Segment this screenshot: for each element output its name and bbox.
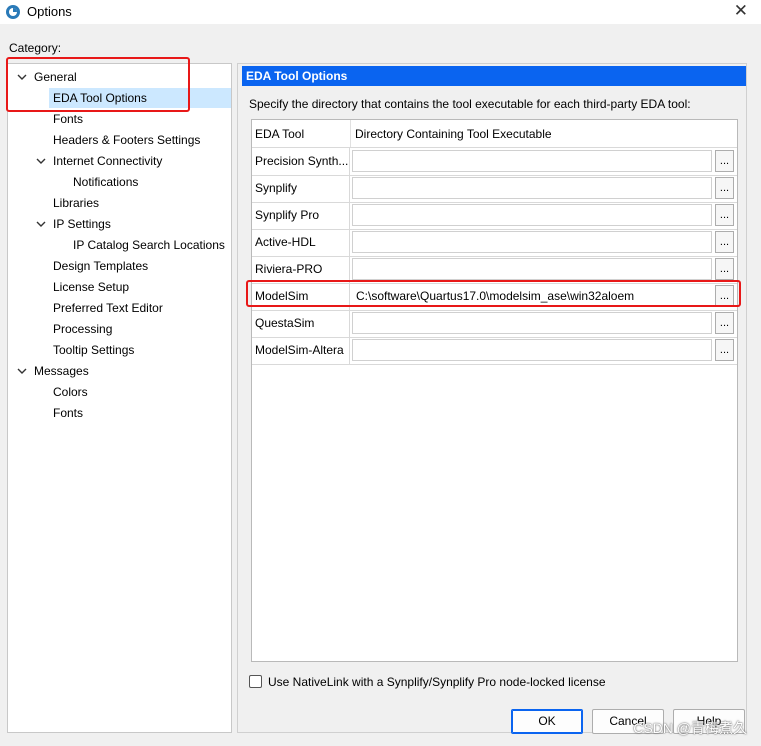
tool-name: Active-HDL (252, 229, 350, 256)
tree-item-label: General (34, 70, 77, 84)
chevron-down-icon[interactable] (36, 156, 46, 166)
eda-tool-table: EDA Tool Directory Containing Tool Execu… (251, 119, 738, 662)
panel-description: Specify the directory that contains the … (249, 97, 691, 111)
tree-item-label: Libraries (53, 196, 100, 210)
tree-item-label: Processing (53, 322, 113, 336)
panel-header: EDA Tool Options (242, 66, 746, 86)
chevron-down-icon[interactable] (17, 72, 27, 82)
window-title: Options (27, 4, 72, 19)
tree-item-label: IP Settings (53, 217, 111, 231)
browse-button[interactable]: ... (715, 150, 734, 172)
tool-name: Riviera-PRO (252, 256, 350, 283)
tool-name: QuestaSim (252, 310, 350, 337)
browse-button[interactable]: ... (715, 204, 734, 226)
tree-item-tooltip-settings[interactable]: Tooltip Settings (53, 340, 134, 360)
browse-button[interactable]: ... (715, 231, 734, 253)
tree-item-colors[interactable]: Colors (53, 382, 88, 402)
tool-name: Synplify Pro (252, 202, 350, 229)
ok-button[interactable]: OK (511, 709, 583, 734)
browse-button[interactable]: ... (715, 258, 734, 280)
table-row: Active-HDL ... (252, 229, 737, 257)
directory-input[interactable] (352, 312, 712, 334)
directory-input[interactable] (352, 285, 712, 307)
category-label: Category: (9, 41, 62, 55)
tree-item-label: License Setup (53, 280, 130, 294)
tree-item-license-setup[interactable]: License Setup (53, 277, 129, 297)
tree-item-processing[interactable]: Processing (53, 319, 112, 339)
browse-button[interactable]: ... (715, 177, 734, 199)
browse-button[interactable]: ... (715, 312, 734, 334)
tool-name: Synplify (252, 175, 350, 202)
chevron-down-icon[interactable] (36, 219, 46, 229)
tree-item-label: EDA Tool Options (53, 91, 147, 105)
browse-button[interactable]: ... (715, 285, 734, 307)
column-header-directory: Directory Containing Tool Executable (355, 127, 552, 141)
table-row: ModelSim ... (252, 283, 737, 311)
nativelink-checkbox-label[interactable]: Use NativeLink with a Synplify/Synplify … (268, 673, 606, 691)
directory-input[interactable] (352, 204, 712, 226)
tree-item-label: Notifications (73, 175, 139, 189)
browse-button[interactable]: ... (715, 339, 734, 361)
column-divider (350, 120, 351, 147)
tree-item-notifications[interactable]: Notifications (73, 172, 138, 192)
table-row: ModelSim-Altera ... (252, 337, 737, 365)
tool-name: ModelSim (252, 283, 350, 310)
tree-item-fonts[interactable]: Fonts (53, 109, 83, 129)
tree-item-preferred-text-editor[interactable]: Preferred Text Editor (53, 298, 163, 318)
table-row: Synplify Pro ... (252, 202, 737, 230)
directory-input[interactable] (352, 177, 712, 199)
watermark: CSDN @青梅煮久 (633, 720, 747, 736)
tree-item-label: Tooltip Settings (53, 343, 135, 357)
chevron-down-icon[interactable] (17, 366, 27, 376)
tree-item-label: Internet Connectivity (53, 154, 163, 168)
tree-item-messages-fonts[interactable]: Fonts (53, 403, 83, 423)
directory-input[interactable] (352, 258, 712, 280)
tree-item-headers-footers[interactable]: Headers & Footers Settings (53, 130, 200, 150)
tree-item-design-templates[interactable]: Design Templates (53, 256, 148, 276)
table-row: Precision Synth... ... (252, 148, 737, 176)
table-header: EDA Tool Directory Containing Tool Execu… (252, 120, 737, 148)
tool-name: ModelSim-Altera (252, 337, 350, 364)
tree-item-label: Design Templates (53, 259, 149, 273)
tree-item-label: IP Catalog Search Locations (73, 238, 225, 252)
tree-item-label: Headers & Footers Settings (53, 133, 201, 147)
tree-item-label: Preferred Text Editor (53, 301, 163, 315)
tree-item-label: Fonts (53, 112, 84, 126)
directory-input[interactable] (352, 339, 712, 361)
close-icon[interactable]: ✕ (734, 1, 748, 21)
tree-item-libraries[interactable]: Libraries (53, 193, 99, 213)
table-row: Riviera-PRO ... (252, 256, 737, 284)
tree-item-label: Colors (53, 385, 88, 399)
table-row: Synplify ... (252, 175, 737, 203)
category-tree[interactable]: General EDA Tool Options Fonts Headers &… (7, 63, 232, 733)
directory-input[interactable] (352, 150, 712, 172)
directory-input[interactable] (352, 231, 712, 253)
tree-item-label: Fonts (53, 406, 84, 420)
nativelink-checkbox[interactable] (249, 675, 262, 688)
eda-options-panel: EDA Tool Options Specify the directory t… (237, 63, 747, 733)
table-row: QuestaSim ... (252, 310, 737, 338)
title-bar: Options ✕ (0, 0, 761, 24)
column-header-tool: EDA Tool (255, 127, 305, 141)
tool-name: Precision Synth... (252, 148, 350, 175)
tree-item-label: Messages (34, 364, 89, 378)
tree-item-ip-catalog-search[interactable]: IP Catalog Search Locations (73, 235, 225, 255)
tree-item-eda-tool-options[interactable]: EDA Tool Options (49, 88, 231, 108)
quartus-app-icon (6, 5, 20, 19)
